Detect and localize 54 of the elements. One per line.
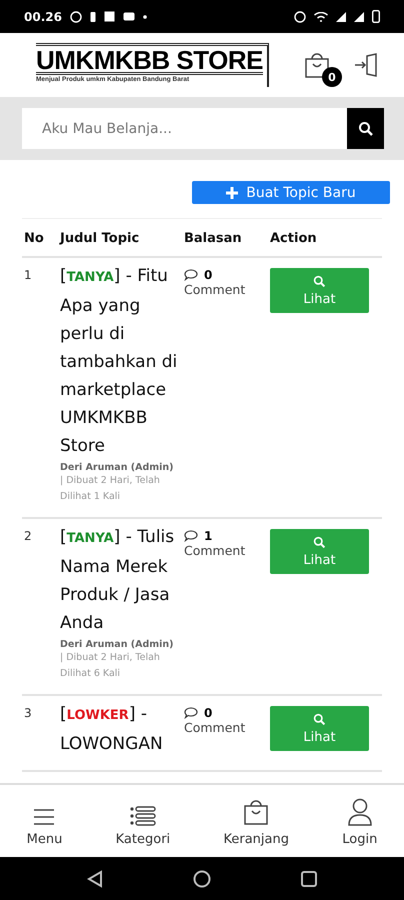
search-field[interactable]: Aku Mau Belanja... xyxy=(22,108,347,149)
nav-item[interactable]: Login xyxy=(342,796,378,846)
column-header: No xyxy=(22,219,58,258)
alarm-icon xyxy=(294,10,306,22)
status-time: 00.26 xyxy=(24,10,62,24)
search-icon xyxy=(313,712,326,726)
search-button[interactable] xyxy=(347,108,384,149)
topic-author: Deri Aruman (Admin) xyxy=(60,462,175,473)
search-icon xyxy=(313,274,326,288)
nav-item[interactable]: Keranjang xyxy=(223,796,289,846)
row-number: 3 xyxy=(24,706,33,720)
search-icon xyxy=(358,120,374,136)
topic-title: [TANYA] - Tulis Nama Merek Produk / Jasa Anda xyxy=(60,526,176,635)
column-header: Action xyxy=(268,219,382,258)
row-number: 2 xyxy=(24,529,33,543)
recents-icon[interactable] xyxy=(301,870,317,886)
comment-icon xyxy=(184,530,198,542)
list-icon xyxy=(130,806,156,826)
user-icon xyxy=(346,798,373,826)
reply-count: 0 xyxy=(204,706,212,720)
topic-meta: | Dibuat 2 Hari, Telah Dilihat 1 Kali xyxy=(60,474,161,504)
battery-icon xyxy=(372,10,380,23)
topic-title: [LOWKER] - LOWONGAN xyxy=(60,703,164,756)
topic-title: [TANYA] - Fitu Apa yang perlu di tambahkan di marketplace UMKMKBB Store xyxy=(60,265,178,458)
reply-label: Comment xyxy=(184,543,246,558)
home-icon[interactable] xyxy=(193,870,211,888)
reply-label: Comment xyxy=(184,720,246,735)
column-header: Balasan xyxy=(182,219,268,258)
shopping-bag-icon xyxy=(243,798,270,826)
comment-icon xyxy=(184,269,198,281)
new-topic-button[interactable]: Buat Topic Baru xyxy=(192,181,390,204)
reply-count: 0 xyxy=(204,268,212,282)
reply-count: 1 xyxy=(204,529,212,543)
row-number: 1 xyxy=(24,268,33,282)
search-icon xyxy=(313,536,326,548)
image-notification-icon xyxy=(104,11,115,22)
battery-notification-icon xyxy=(90,10,96,22)
cart-count-badge: 0 xyxy=(322,67,342,87)
video-notification-icon xyxy=(122,12,135,21)
reply-label: Comment xyxy=(184,282,246,297)
back-icon[interactable] xyxy=(87,870,103,888)
topic-author: Deri Aruman (Admin) xyxy=(60,639,175,650)
wifi-icon xyxy=(314,12,328,22)
login-door-icon[interactable] xyxy=(354,53,380,77)
topic-meta: | Dibuat 2 Hari, Telah Dilihat 6 Kali xyxy=(60,651,161,681)
chat-notification-icon xyxy=(70,10,82,22)
menu-icon xyxy=(33,808,56,826)
nav-item[interactable]: Menu xyxy=(26,796,62,846)
column-header: Judul Topic xyxy=(58,219,182,258)
comment-icon xyxy=(184,707,198,719)
dot-icon xyxy=(142,14,147,18)
shopping-bag-icon xyxy=(304,51,330,79)
plus-icon xyxy=(226,186,238,198)
nav-item[interactable]: Kategori xyxy=(116,796,170,846)
